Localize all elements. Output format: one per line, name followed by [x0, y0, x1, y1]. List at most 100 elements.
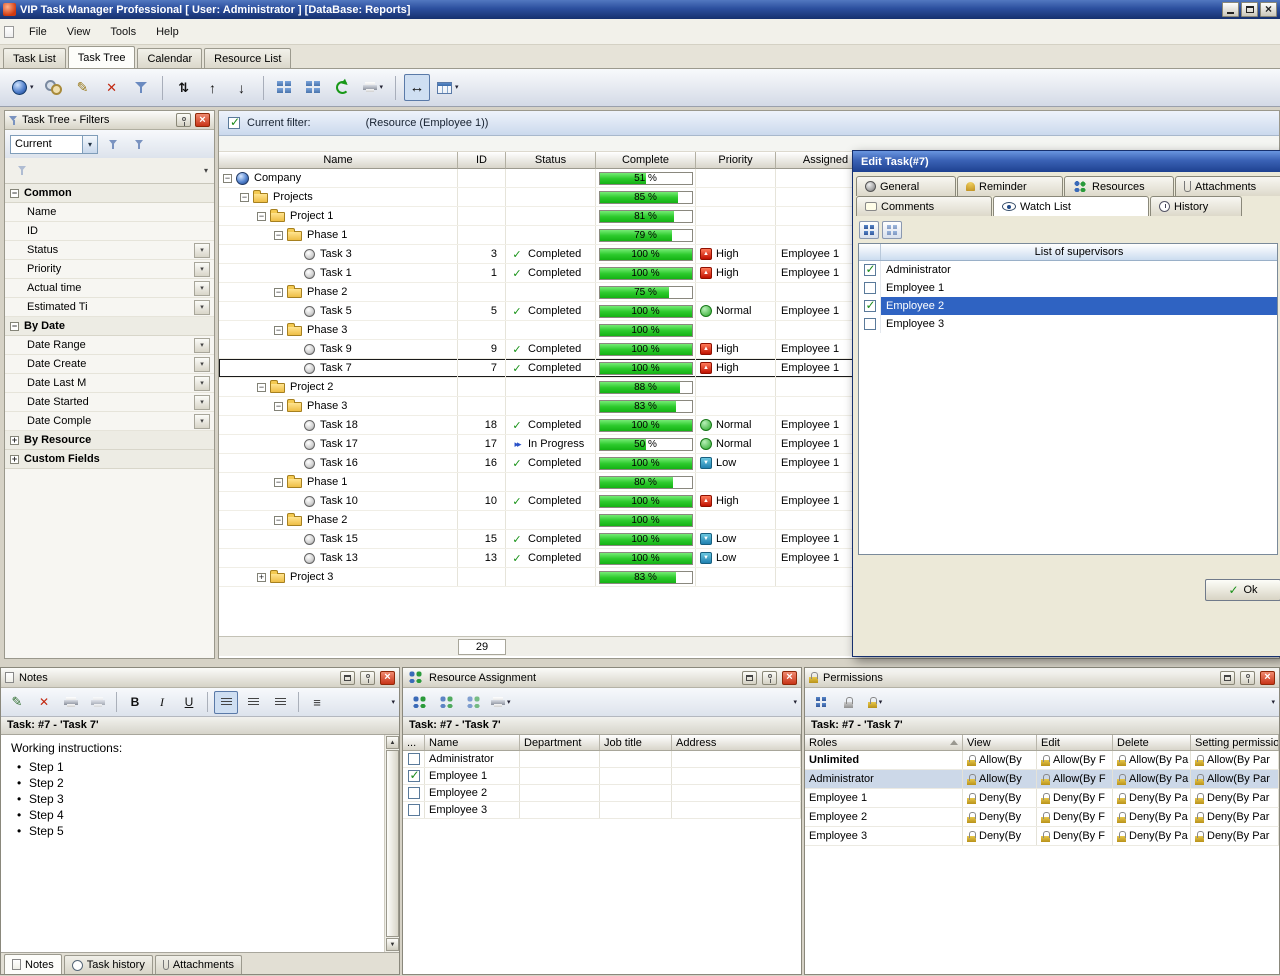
resource-checkbox[interactable] [408, 787, 420, 799]
notes-scrollbar[interactable]: ▲ ▼ [384, 735, 399, 952]
filter-field-dropdown[interactable]: ▾ [194, 414, 210, 429]
filter-field-dropdown[interactable]: ▾ [194, 262, 210, 277]
dialog-tab-watch-list[interactable]: Watch List [993, 196, 1149, 216]
collapse-expander-icon[interactable]: − [223, 174, 232, 183]
bold-button[interactable] [123, 691, 147, 714]
notes-pin-button[interactable] [360, 671, 375, 685]
toolbar-overflow-icon[interactable]: ▾ [1271, 699, 1275, 706]
supervisor-checkbox[interactable] [864, 300, 876, 312]
delete-task-button[interactable] [99, 74, 125, 101]
add-resource-button[interactable] [434, 691, 458, 714]
collapse-expander-icon[interactable]: − [274, 288, 283, 297]
lock-button[interactable] [836, 691, 860, 714]
menu-tools[interactable]: Tools [101, 23, 145, 41]
permissions-restore-button[interactable] [1220, 671, 1235, 685]
filter-field-id[interactable]: ID [5, 222, 214, 241]
permissions-column-delete[interactable]: Delete [1113, 735, 1191, 750]
current-filter-checkbox[interactable] [228, 117, 240, 129]
supervisor-checkbox[interactable] [864, 264, 876, 276]
set-permission-button[interactable] [809, 691, 833, 714]
move-down-button[interactable] [229, 74, 255, 101]
filter-field-dropdown[interactable]: ▾ [194, 338, 210, 353]
complete-task-button[interactable] [41, 74, 67, 101]
edit-task-button[interactable] [70, 74, 96, 101]
permission-row-employee-2[interactable]: Employee 2Deny(ByDeny(By FDeny(By PaDeny… [805, 808, 1279, 827]
remove-resource-button[interactable] [461, 691, 485, 714]
filter-field-date-comple[interactable]: Date Comple▾ [5, 412, 214, 431]
move-up-button[interactable] [200, 74, 226, 101]
chevron-down-icon[interactable]: ▾ [507, 699, 511, 706]
tab-task-history[interactable]: Task history [64, 955, 153, 974]
filter-field-priority[interactable]: Priority▾ [5, 260, 214, 279]
collapse-expander-icon[interactable]: − [274, 478, 283, 487]
dialog-tab-general[interactable]: General [856, 176, 956, 196]
italic-button[interactable] [150, 691, 174, 714]
close-button[interactable] [1260, 2, 1277, 17]
filter-field-estimated-ti[interactable]: Estimated Ti▾ [5, 298, 214, 317]
filter-section-custom-fields[interactable]: +Custom Fields [5, 450, 214, 469]
expand-collapse-button[interactable] [171, 74, 197, 101]
print-preview-button[interactable] [86, 691, 110, 714]
permission-row-administrator[interactable]: AdministratorAllow(ByAllow(By FAllow(By … [805, 770, 1279, 789]
filter-preset-select[interactable]: Current [10, 135, 98, 154]
filter-tasks-button[interactable] [128, 74, 154, 101]
ok-button[interactable]: ✓ Ok [1205, 579, 1280, 601]
filter-section-common[interactable]: −Common [5, 184, 214, 203]
print-note-button[interactable] [59, 691, 83, 714]
tab-notes[interactable]: Notes [4, 954, 62, 974]
chevron-down-icon[interactable] [82, 136, 97, 153]
pin-button[interactable] [176, 113, 191, 127]
new-task-button[interactable]: ▾ [8, 74, 38, 101]
toolbar-overflow-icon[interactable]: ▾ [204, 166, 208, 175]
dialog-tab-attachments[interactable]: Attachments [1175, 176, 1280, 196]
supervisor-row-administrator[interactable]: Administrator [859, 261, 1277, 279]
supervisors-header-label[interactable]: List of supervisors [881, 244, 1277, 260]
collapse-expander-icon[interactable]: − [257, 212, 266, 221]
column-header-id[interactable]: ID [458, 152, 506, 169]
print-resources-button[interactable]: ▾ [488, 691, 514, 714]
resource-column-name[interactable]: Name [425, 735, 520, 750]
uncheck-all-button[interactable] [882, 221, 902, 239]
filter-field-dropdown[interactable]: ▾ [194, 395, 210, 410]
resource-close-button[interactable] [782, 671, 797, 685]
resource-column-[interactable]: ... [403, 735, 425, 750]
permissions-column-view[interactable]: View [963, 735, 1037, 750]
filter-field-dropdown[interactable]: ▾ [194, 300, 210, 315]
unlock-button[interactable]: ▾ [863, 691, 887, 714]
tab-attachments[interactable]: Attachments [155, 955, 242, 974]
collapse-icon[interactable]: − [10, 189, 19, 198]
fit-columns-button[interactable] [404, 74, 430, 101]
resource-checkbox[interactable] [408, 770, 420, 782]
filter-field-date-last-m[interactable]: Date Last M▾ [5, 374, 214, 393]
notes-restore-button[interactable] [340, 671, 355, 685]
collapse-expander-icon[interactable]: − [240, 193, 249, 202]
dialog-tab-reminder[interactable]: Reminder [957, 176, 1063, 196]
menu-view[interactable]: View [58, 23, 100, 41]
filter-section-by-resource[interactable]: +By Resource [5, 431, 214, 450]
filter-field-dropdown[interactable]: ▾ [194, 243, 210, 258]
column-header-priority[interactable]: Priority [696, 152, 776, 169]
assign-resources-button[interactable] [272, 74, 298, 101]
resource-row-employee-3[interactable]: Employee 3 [403, 802, 801, 819]
resource-column-department[interactable]: Department [520, 735, 600, 750]
resource-column-address[interactable]: Address [672, 735, 801, 750]
toolbar-overflow-icon[interactable]: ▾ [793, 699, 797, 706]
permission-row-unlimited[interactable]: UnlimitedAllow(ByAllow(By FAllow(By PaAl… [805, 751, 1279, 770]
view-tab-task-tree[interactable]: Task Tree [68, 46, 136, 68]
notes-close-button[interactable] [380, 671, 395, 685]
permissions-column-roles[interactable]: Roles [805, 735, 963, 750]
collapse-expander-icon[interactable]: − [274, 402, 283, 411]
permissions-column-edit[interactable]: Edit [1037, 735, 1113, 750]
maximize-button[interactable] [1241, 2, 1258, 17]
view-tab-resource-list[interactable]: Resource List [204, 48, 291, 68]
permissions-column-setting-permission[interactable]: Setting permission [1191, 735, 1279, 750]
resource-checkbox[interactable] [408, 753, 420, 765]
supervisor-checkbox[interactable] [864, 318, 876, 330]
resource-row-employee-2[interactable]: Employee 2 [403, 785, 801, 802]
resource-restore-button[interactable] [742, 671, 757, 685]
menu-help[interactable]: Help [147, 23, 188, 41]
notes-content[interactable]: Working instructions: •Step 1•Step 2•Ste… [1, 735, 399, 952]
filter-field-dropdown[interactable]: ▾ [194, 357, 210, 372]
column-header-complete[interactable]: Complete [596, 152, 696, 169]
supervisor-row-employee-1[interactable]: Employee 1 [859, 279, 1277, 297]
